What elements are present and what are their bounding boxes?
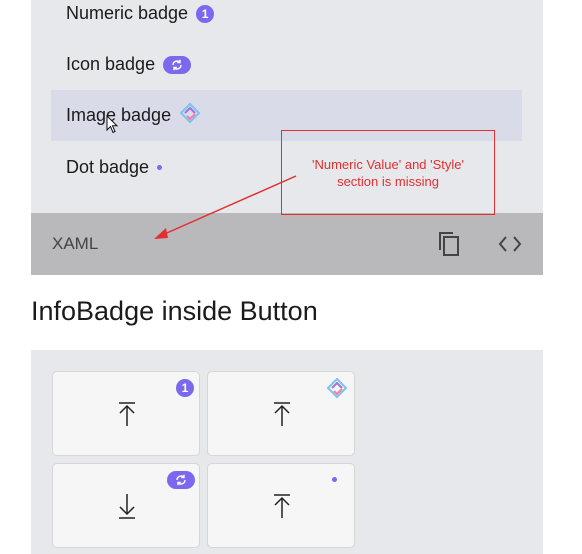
numeric-badge: 1 [176, 379, 194, 397]
badge-button-icon[interactable] [52, 463, 200, 548]
buttons-sample-panel: 1 [31, 350, 543, 554]
download-icon [117, 492, 137, 525]
badge-button-numeric[interactable]: 1 [52, 371, 200, 456]
upload-icon [272, 492, 292, 525]
badge-button-dot[interactable] [207, 463, 355, 548]
upload-icon [117, 400, 137, 433]
sync-icon [167, 471, 195, 489]
image-badge-icon [326, 377, 348, 404]
dot-badge [332, 477, 337, 482]
section-title: InfoBadge inside Button [31, 296, 318, 326]
upload-icon [272, 400, 292, 433]
cursor-icon [106, 114, 120, 140]
badge-button-image[interactable] [207, 371, 355, 456]
